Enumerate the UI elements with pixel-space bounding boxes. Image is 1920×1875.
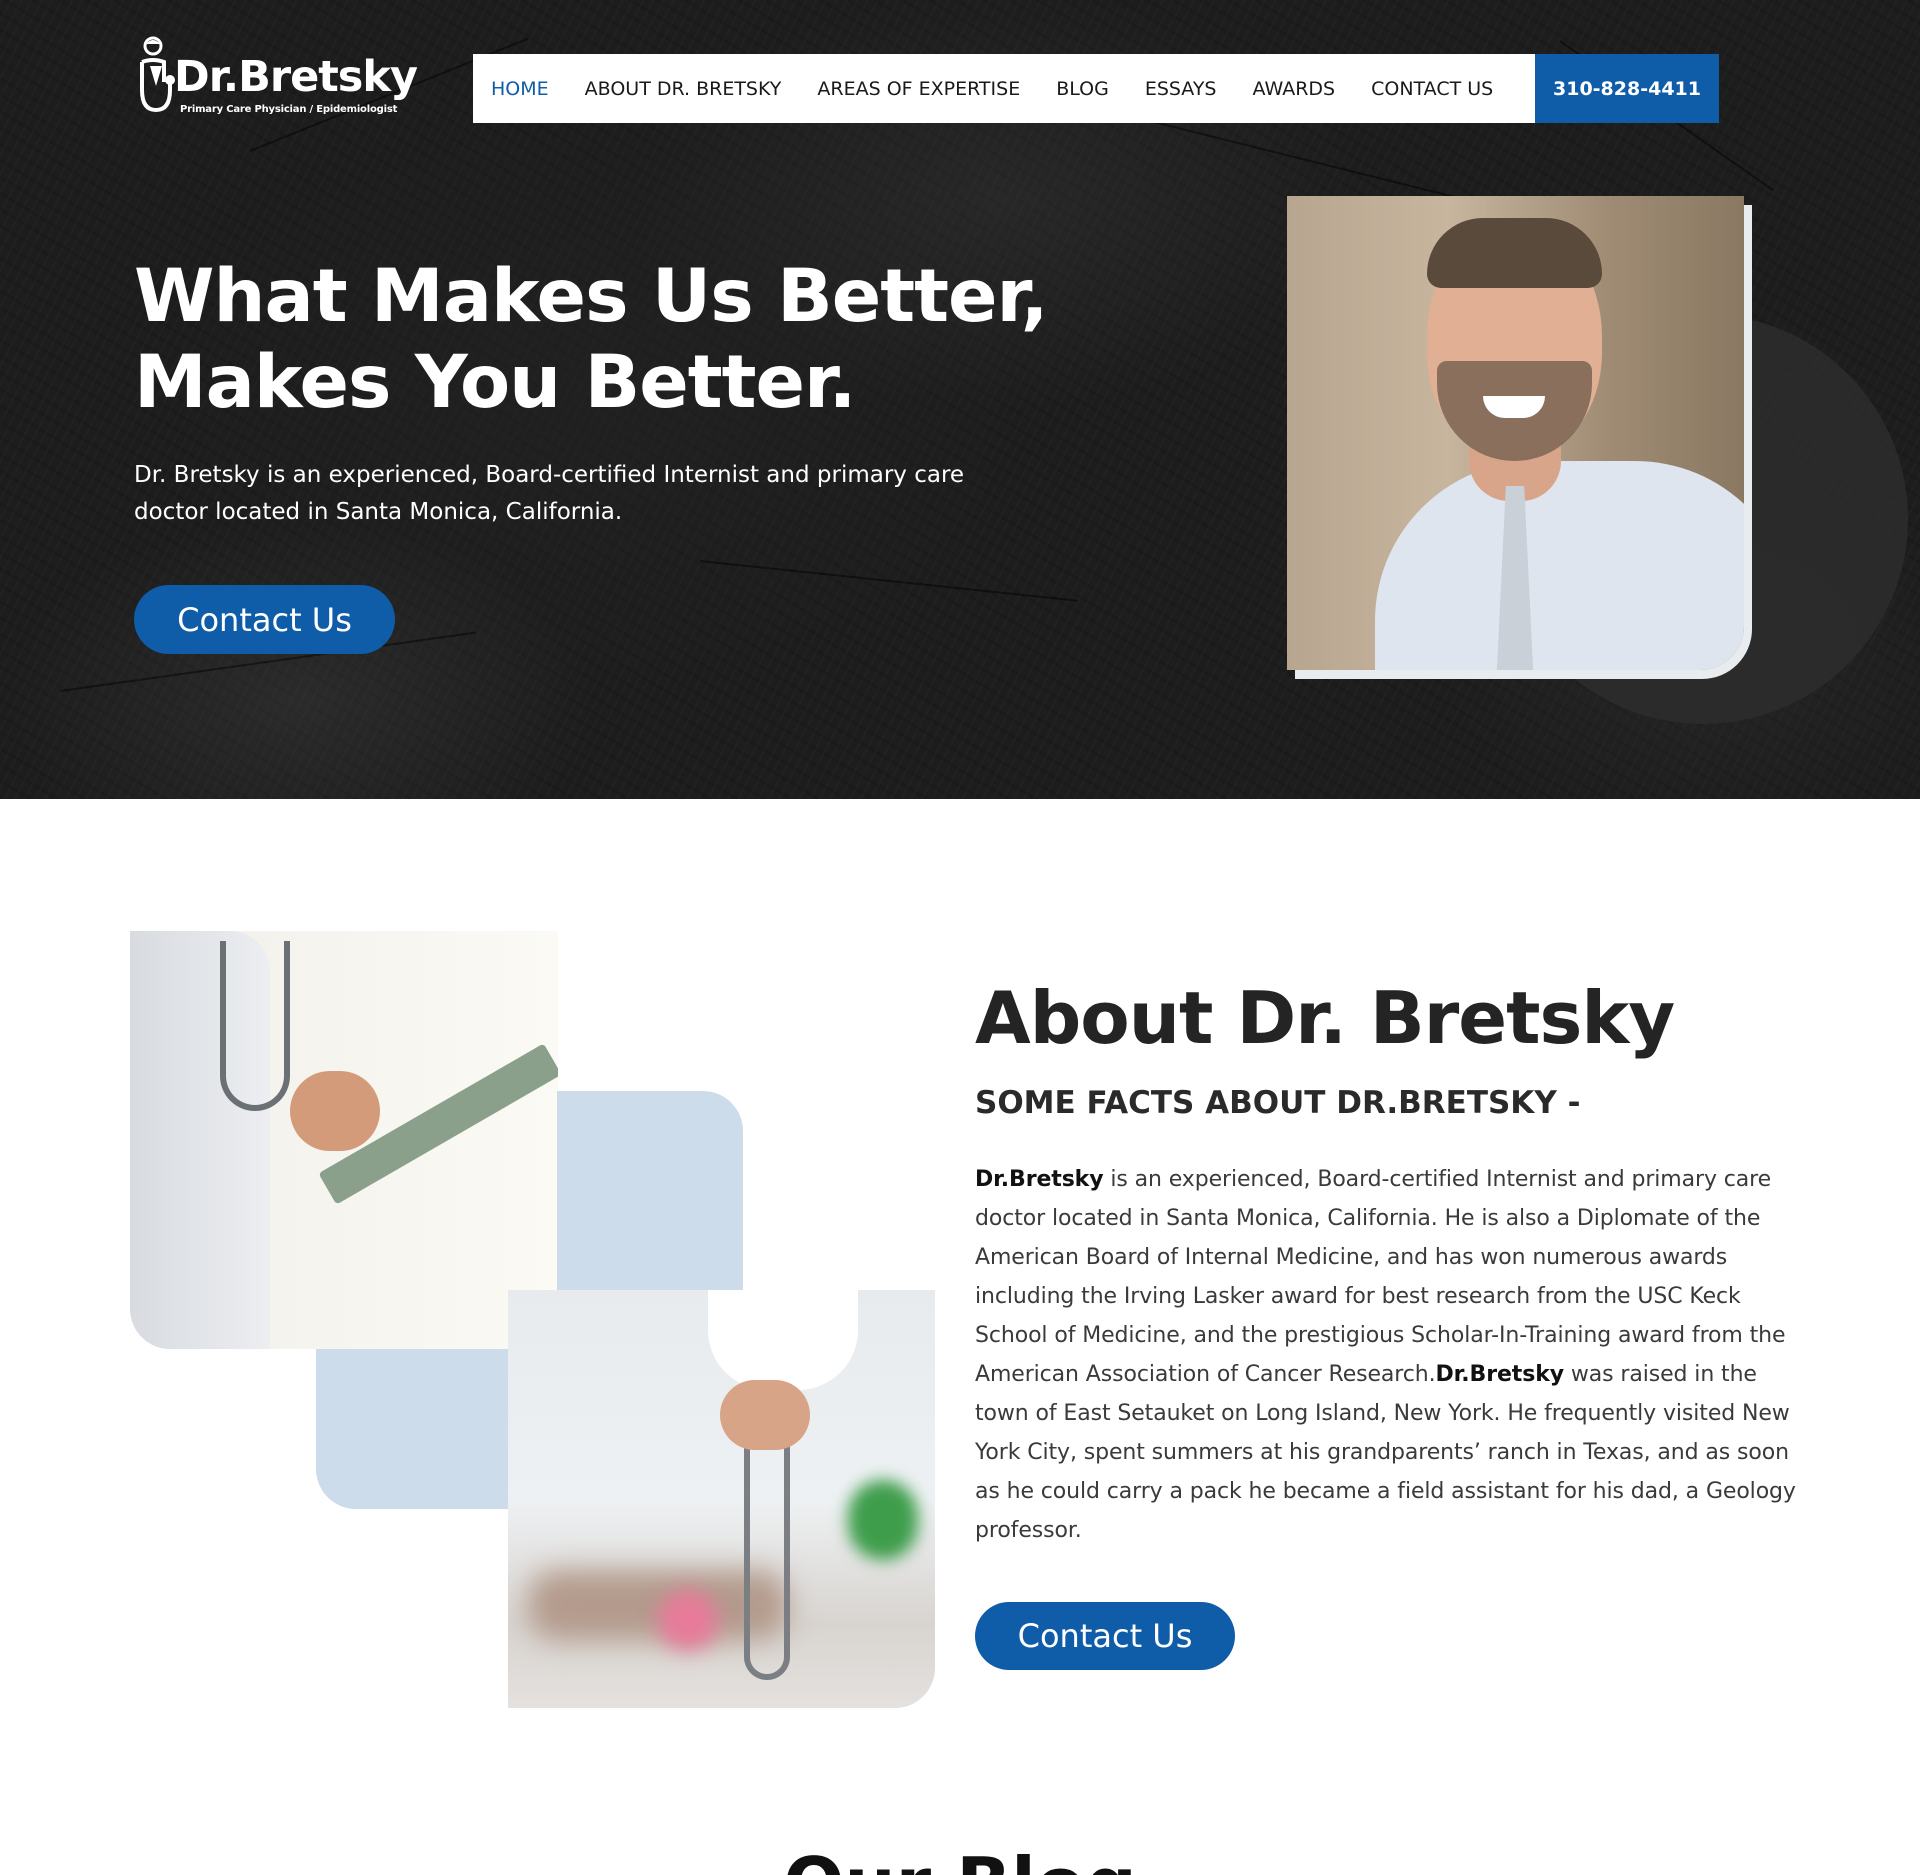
- about-text-part-1: is an experienced, Board-certified Inter…: [975, 1167, 1786, 1387]
- nav-item-contact-us[interactable]: CONTACT US: [1353, 54, 1511, 123]
- doctor-portrait: [1287, 196, 1744, 670]
- hero-title: What Makes Us Better, Makes You Better.: [134, 254, 1049, 426]
- nav-item-blog[interactable]: BLOG: [1038, 54, 1127, 123]
- hero-contact-button[interactable]: Contact Us: [134, 585, 395, 654]
- main-nav: HOME ABOUT DR. BRETSKY AREAS OF EXPERTIS…: [473, 54, 1719, 123]
- image-stethoscope: [220, 941, 290, 1111]
- about-text-part-2: was raised in the town of East Setauket …: [975, 1362, 1796, 1543]
- about-subtitle: SOME FACTS ABOUT DR.BRETSKY -: [975, 1085, 1581, 1121]
- about-paragraph: Dr.Bretsky is an experienced, Board-cert…: [975, 1160, 1805, 1550]
- nav-item-essays[interactable]: ESSAYS: [1127, 54, 1235, 123]
- phone-button[interactable]: 310-828-4411: [1535, 54, 1719, 123]
- about-contact-button[interactable]: Contact Us: [975, 1602, 1235, 1670]
- about-title: About Dr. Bretsky: [975, 976, 1675, 1060]
- nav-item-awards[interactable]: AWARDS: [1235, 54, 1354, 123]
- image-background-blur: [658, 1590, 718, 1650]
- nav-item-about[interactable]: ABOUT DR. BRETSKY: [567, 54, 800, 123]
- image-sleeve: [708, 1290, 858, 1390]
- site-logo[interactable]: Dr.Bretsky Primary Care Physician / Epid…: [134, 36, 424, 120]
- image-plant: [848, 1480, 918, 1560]
- hero-title-line-1: What Makes Us Better,: [134, 254, 1049, 339]
- nav-item-areas-of-expertise[interactable]: AREAS OF EXPERTISE: [799, 54, 1038, 123]
- doctor-stethoscope-image: [508, 1290, 935, 1708]
- portrait-hair: [1427, 218, 1602, 288]
- texture-crack: [699, 560, 1079, 602]
- nav-item-home[interactable]: HOME: [473, 54, 567, 123]
- blog-section-title: Our Blog: [0, 1848, 1920, 1875]
- hero-section: Dr.Bretsky Primary Care Physician / Epid…: [0, 0, 1920, 799]
- decorative-block: [557, 1091, 743, 1290]
- logo-text: Dr.Bretsky: [174, 52, 418, 102]
- image-hand: [720, 1380, 810, 1450]
- logo-tagline: Primary Care Physician / Epidemiologist: [180, 104, 398, 115]
- doctor-name-bold: Dr.Bretsky: [975, 1167, 1104, 1192]
- decorative-block: [316, 1349, 508, 1509]
- doctor-name-bold: Dr.Bretsky: [1435, 1362, 1565, 1387]
- hero-title-line-2: Makes You Better.: [134, 340, 856, 425]
- image-hand: [290, 1071, 380, 1151]
- doctor-clipboard-image: [130, 931, 558, 1349]
- portrait-shirt: [1375, 461, 1744, 670]
- hero-description: Dr. Bretsky is an experienced, Board-cer…: [134, 462, 965, 525]
